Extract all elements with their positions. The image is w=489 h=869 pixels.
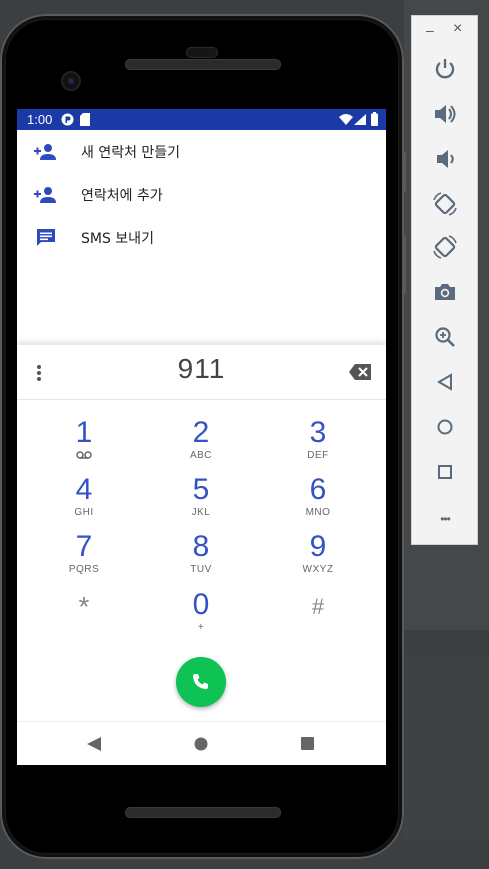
overview-square-icon bbox=[438, 465, 452, 479]
key-digit: 0 bbox=[192, 588, 210, 621]
call-button[interactable] bbox=[176, 657, 226, 707]
key-digit: 7 bbox=[75, 530, 93, 563]
zoom-button[interactable] bbox=[432, 324, 458, 350]
power-button[interactable] bbox=[432, 56, 458, 82]
dial-key-1[interactable]: 1 bbox=[34, 417, 134, 473]
dialed-number[interactable]: 911 bbox=[17, 353, 386, 385]
front-camera-icon bbox=[61, 71, 81, 91]
dial-key-5[interactable]: 5 JKL bbox=[151, 474, 251, 530]
rotate-left-icon bbox=[433, 192, 457, 216]
add-person-icon bbox=[34, 144, 56, 160]
dial-key-0[interactable]: 0 + bbox=[151, 589, 251, 645]
navigation-bar bbox=[17, 721, 386, 765]
signal-icon bbox=[354, 114, 366, 125]
status-bar: 1:00 bbox=[17, 109, 386, 130]
key-letters: JKL bbox=[191, 507, 211, 518]
dial-key-2[interactable]: 2 ABC bbox=[151, 417, 251, 473]
dial-key-4[interactable]: 4 GHI bbox=[34, 474, 134, 530]
key-digit: # bbox=[311, 594, 325, 619]
dial-key-hash[interactable]: # bbox=[268, 591, 368, 647]
volume-down-icon bbox=[437, 150, 454, 168]
volume-down-button[interactable] bbox=[432, 146, 458, 172]
key-letters: DEF bbox=[307, 450, 329, 461]
phone-screen: 1:00 새 연락처 만들기 연락처에 추가 SMS 보내기 911 1 2 A… bbox=[17, 109, 386, 765]
rotate-right-icon bbox=[433, 235, 457, 259]
key-digit: 3 bbox=[309, 416, 327, 449]
message-icon bbox=[37, 229, 55, 246]
overview-button[interactable] bbox=[432, 459, 458, 485]
back-icon[interactable] bbox=[87, 737, 101, 751]
volume-side-button[interactable] bbox=[402, 235, 406, 295]
key-letters: GHI bbox=[74, 507, 94, 518]
key-letters: WXYZ bbox=[302, 564, 334, 575]
digits-row: 911 bbox=[17, 345, 386, 400]
overview-icon[interactable] bbox=[301, 737, 314, 750]
screenshot-button[interactable] bbox=[432, 279, 458, 305]
dial-suggestion-list: 새 연락처 만들기 연락처에 추가 SMS 보내기 bbox=[17, 130, 386, 345]
key-digit: 2 bbox=[192, 416, 210, 449]
suggestion-label: 연락처에 추가 bbox=[81, 188, 163, 204]
camera-icon bbox=[435, 284, 455, 300]
toolbar-header: – × bbox=[412, 16, 479, 46]
power-icon bbox=[435, 59, 455, 79]
status-time: 1:00 bbox=[27, 112, 53, 127]
dial-key-6[interactable]: 6 MNO bbox=[268, 474, 368, 530]
home-icon[interactable] bbox=[194, 737, 208, 751]
key-digit: * bbox=[78, 591, 90, 622]
more-icon: ••• bbox=[440, 512, 451, 526]
minimize-button[interactable]: – bbox=[426, 22, 434, 38]
create-new-contact-item[interactable]: 새 연락처 만들기 bbox=[17, 130, 386, 174]
bottom-speaker bbox=[125, 807, 281, 818]
dial-key-9[interactable]: 9 WXYZ bbox=[268, 531, 368, 587]
backspace-icon[interactable] bbox=[349, 364, 371, 380]
dialpad: 911 1 2 ABC 3 DEF 4 GHI 5 JKL 6 MNO 7 PQ… bbox=[17, 345, 386, 721]
dial-key-8[interactable]: 8 TUV bbox=[151, 531, 251, 587]
phone-icon bbox=[193, 674, 208, 689]
key-digit: 6 bbox=[309, 473, 327, 506]
add-person-icon bbox=[34, 187, 56, 203]
battery-icon bbox=[371, 112, 378, 126]
voicemail-icon bbox=[76, 451, 92, 459]
volume-up-icon bbox=[435, 105, 456, 123]
key-letters: TUV bbox=[190, 564, 212, 575]
dial-key-star[interactable]: * bbox=[34, 591, 134, 647]
send-sms-item[interactable]: SMS 보내기 bbox=[17, 216, 386, 260]
zoom-in-icon bbox=[435, 327, 455, 347]
dial-key-7[interactable]: 7 PQRS bbox=[34, 531, 134, 587]
suggestion-label: 새 연락처 만들기 bbox=[81, 145, 181, 161]
suggestion-label: SMS 보내기 bbox=[81, 231, 154, 247]
key-letters: PQRS bbox=[68, 564, 100, 575]
key-letters: + bbox=[197, 622, 205, 633]
home-button[interactable] bbox=[432, 414, 458, 440]
volume-up-button[interactable] bbox=[432, 101, 458, 127]
more-button[interactable]: ••• bbox=[432, 506, 458, 532]
key-digit: 1 bbox=[75, 416, 93, 449]
wifi-icon bbox=[339, 114, 353, 125]
key-digit: 5 bbox=[192, 473, 210, 506]
key-digit: 8 bbox=[192, 530, 210, 563]
rotate-right-button[interactable] bbox=[432, 234, 458, 260]
key-letters: MNO bbox=[305, 507, 331, 518]
back-triangle-icon bbox=[437, 373, 452, 391]
rotate-left-button[interactable] bbox=[432, 191, 458, 217]
background-strip-lower bbox=[404, 655, 489, 840]
proximity-sensor bbox=[186, 47, 218, 58]
dial-key-3[interactable]: 3 DEF bbox=[268, 417, 368, 473]
key-letters: ABC bbox=[189, 450, 213, 461]
key-digit: 9 bbox=[309, 530, 327, 563]
top-speaker bbox=[125, 59, 281, 70]
home-circle-icon bbox=[437, 419, 453, 435]
power-side-button[interactable] bbox=[402, 152, 406, 192]
emulator-toolbar: – × ••• bbox=[411, 15, 478, 545]
back-button[interactable] bbox=[432, 369, 458, 395]
notification-app-icon bbox=[61, 113, 74, 126]
add-to-contact-item[interactable]: 연락처에 추가 bbox=[17, 173, 386, 217]
close-button[interactable]: × bbox=[453, 20, 462, 38]
sd-card-icon bbox=[80, 113, 90, 126]
key-digit: 4 bbox=[75, 473, 93, 506]
